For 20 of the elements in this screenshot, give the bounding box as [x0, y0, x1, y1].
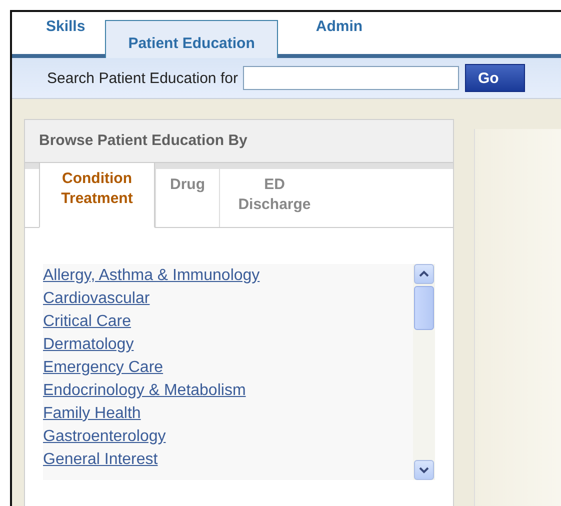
go-button[interactable]: Go: [464, 64, 525, 92]
topic-link[interactable]: Endocrinology & Metabolism: [43, 379, 413, 402]
topic-link[interactable]: Emergency Care: [43, 356, 413, 379]
nav-tab[interactable]: Admin: [278, 12, 383, 54]
nav-tab[interactable]: Patient Education: [105, 20, 278, 58]
topic-link[interactable]: Cardiovascular: [43, 287, 413, 310]
topic-link[interactable]: Allergy, Asthma & Immunology: [43, 264, 413, 287]
scroll-up-icon[interactable]: [414, 264, 434, 284]
search-label: Search Patient Education for: [47, 70, 238, 86]
topic-link[interactable]: Family Health: [43, 402, 413, 425]
topic-link[interactable]: Dermatology: [43, 333, 413, 356]
topic-link[interactable]: General Interest: [43, 448, 413, 471]
scroll-thumb[interactable]: [414, 286, 434, 330]
scroll-down-icon[interactable]: [414, 460, 434, 480]
topic-link[interactable]: Critical Care: [43, 310, 413, 333]
nav-tab[interactable]: Skills: [26, 12, 106, 54]
search-field[interactable]: [242, 66, 459, 90]
category-tab[interactable]: Condition Treatment: [39, 162, 155, 228]
panel-title: Browse Patient Education By: [25, 120, 453, 163]
topic-link[interactable]: Gastroenterology: [43, 425, 413, 448]
